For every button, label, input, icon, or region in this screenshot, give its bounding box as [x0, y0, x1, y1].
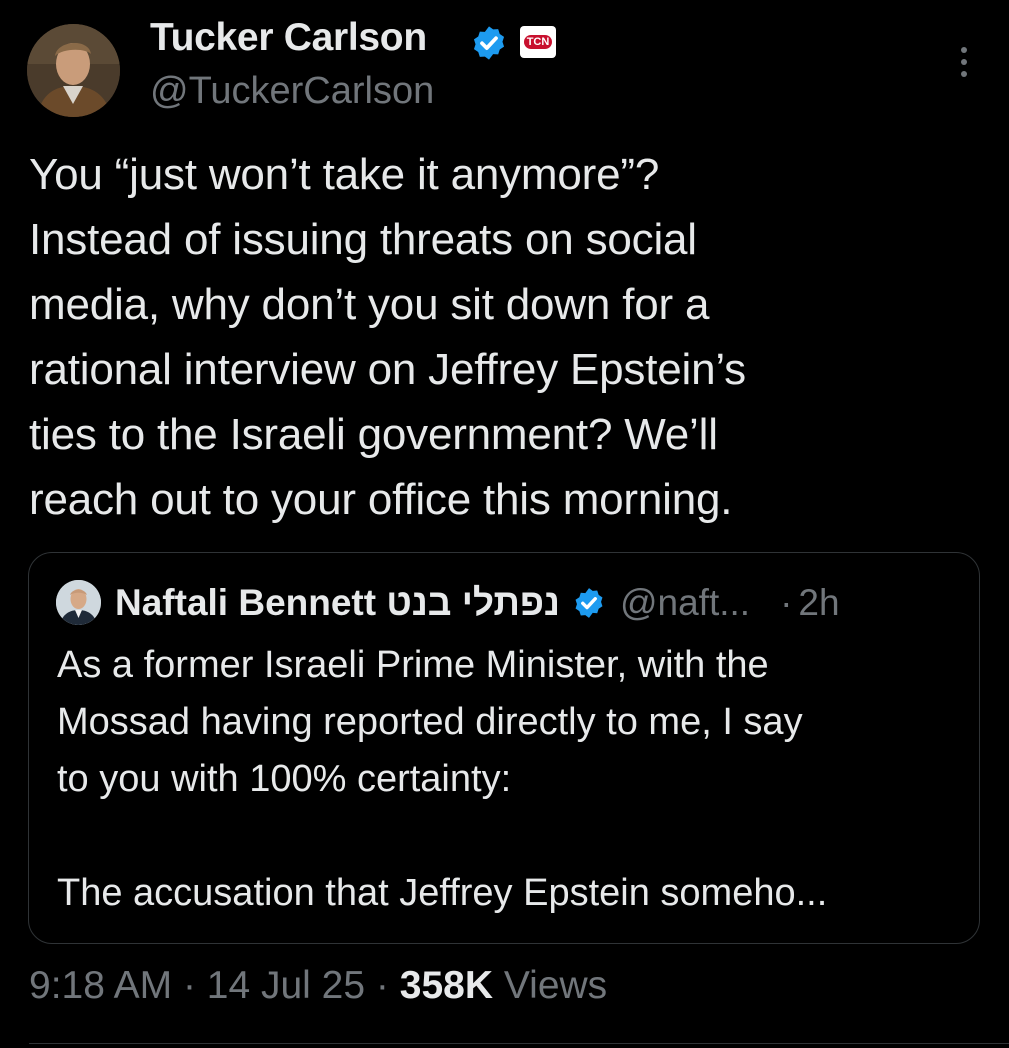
quoted-author-handle[interactable]: @naft...	[620, 582, 750, 624]
quoted-verified-badge-icon	[575, 588, 603, 618]
tweet-time[interactable]: 9:18 AM	[29, 964, 172, 1007]
tweet-text: You “just won’t take it anymore”? Instea…	[29, 150, 746, 524]
author-avatar[interactable]	[27, 24, 120, 117]
more-options-icon[interactable]	[946, 40, 982, 84]
author-handle[interactable]: @TuckerCarlson	[150, 70, 434, 113]
quoted-separator: ·	[780, 582, 793, 623]
tweet-date[interactable]: 14 Jul 25	[207, 964, 365, 1007]
quoted-timestamp[interactable]: 2h	[798, 582, 839, 624]
quoted-author-name[interactable]: Naftali Bennett נפתלי בנט	[115, 582, 560, 624]
quoted-text-truncated: The accusation that Jeffrey Epstein some…	[57, 872, 828, 914]
quoted-text-line: to you with 100% certainty:	[57, 758, 512, 800]
tcn-affiliate-icon[interactable]: TCN	[520, 26, 556, 58]
meta-separator: ·	[375, 964, 389, 1007]
divider	[29, 1043, 1009, 1044]
meta-separator: ·	[182, 964, 196, 1007]
quoted-tweet-card[interactable]: Naftali Bennett נפתלי בנט @naft... · 2h …	[28, 552, 980, 944]
tweet: Tucker Carlson TCN @TuckerCarlson You “j…	[0, 0, 1009, 1048]
tweet-meta: 9:18 AM · 14 Jul 25 · 358K Views	[29, 964, 607, 1008]
quoted-tweet-header: Naftali Bennett נפתלי בנט @naft... · 2h	[115, 578, 840, 628]
views-label: Views	[503, 964, 608, 1007]
views-count: 358K	[399, 964, 493, 1007]
author-avatar-image	[27, 24, 120, 117]
quoted-tweet-text: As a former Israeli Prime Minister, with…	[57, 637, 957, 922]
affiliate-label: TCN	[523, 35, 553, 49]
verified-badge-icon	[473, 26, 505, 60]
author-name[interactable]: Tucker Carlson	[150, 16, 427, 60]
quoted-text-line: Mossad having reported directly to me, I…	[57, 701, 803, 743]
quoted-text-line: As a former Israeli Prime Minister, with…	[57, 644, 769, 686]
quoted-avatar-image	[56, 580, 101, 625]
quoted-author-avatar[interactable]	[56, 580, 101, 625]
